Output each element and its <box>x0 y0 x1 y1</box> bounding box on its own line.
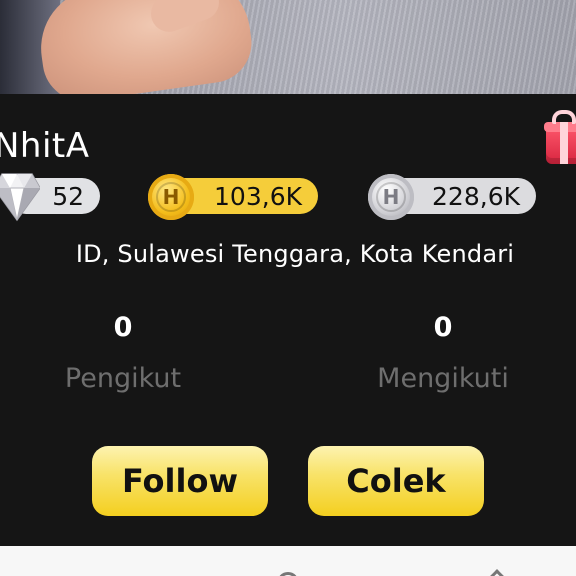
bottom-bar <box>0 546 576 576</box>
partial-arrow-icon[interactable] <box>487 569 507 576</box>
following-count: 0 <box>433 312 453 343</box>
diamond-count: 52 <box>52 181 84 211</box>
gold-coin-icon: H <box>148 174 194 220</box>
following-label: Mengikuti <box>377 363 509 394</box>
gold-coin-count: 103,6K <box>214 181 302 211</box>
silver-coin-icon: H <box>368 174 414 220</box>
following-stat[interactable]: 0 Mengikuti <box>343 312 543 394</box>
followers-count: 0 <box>113 312 133 343</box>
partial-icon[interactable] <box>277 572 299 576</box>
profile-cover-photo <box>0 0 576 94</box>
diamond-icon <box>0 173 40 222</box>
gift-icon[interactable] <box>544 108 576 166</box>
follow-button[interactable]: Follow <box>92 446 268 516</box>
followers-label: Pengikut <box>64 363 182 394</box>
username: NhitA <box>0 126 90 166</box>
colek-button[interactable]: Colek <box>308 446 484 516</box>
silver-coin-count: 228,6K <box>432 181 520 211</box>
followers-stat[interactable]: 0 Pengikut <box>23 312 223 394</box>
location-text: ID, Sulawesi Tenggara, Kota Kendari <box>75 240 515 268</box>
